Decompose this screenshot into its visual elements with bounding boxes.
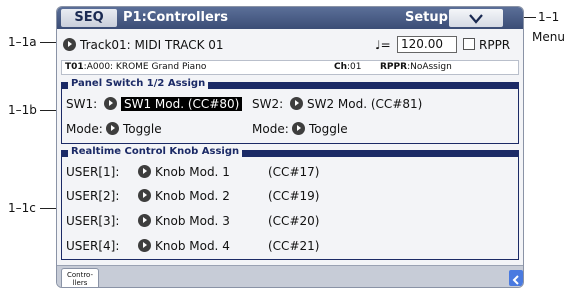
title-bar: SEQ P1:Controllers Setup: [57, 7, 523, 29]
popup-arrow-icon: [138, 189, 151, 202]
info-rppr-value: :NoAssign: [407, 62, 452, 72]
panel-switch-title: Panel Switch 1/2 Assign: [68, 78, 209, 89]
mode2-label: Mode:: [252, 122, 289, 136]
knob-row-cc: (CC#21): [268, 239, 320, 253]
knob-assign-title: Realtime Control Knob Assign: [68, 146, 243, 157]
knob-assign-section: Realtime Control Knob Assign USER[1]: Kn…: [61, 146, 519, 260]
track-info-bar: T01:A000: KROME Grand Piano Ch:01 RPPR:N…: [61, 60, 519, 75]
chevron-left-icon: [512, 275, 519, 285]
callout-1-1c: 1–1c: [8, 201, 36, 215]
track-name: Track01: MIDI TRACK 01: [80, 38, 224, 52]
sw2-label: SW2:: [252, 97, 284, 111]
tempo-field[interactable]: 120.00: [397, 36, 457, 53]
chevron-down-icon: [469, 14, 483, 24]
info-channel-label: Ch: [334, 62, 348, 72]
sw2-select[interactable]: SW2 Mod. (CC#81): [290, 95, 422, 113]
popup-arrow-icon: [106, 122, 119, 135]
callout-1-1: 1–1: [538, 10, 560, 24]
page-tab-bar: Contro- llers: [57, 265, 523, 287]
track-select[interactable]: Track01: MIDI TRACK 01: [63, 36, 224, 54]
knob-row-value: Knob Mod. 1: [155, 165, 230, 179]
callout-menu: Menu: [532, 30, 565, 44]
popup-arrow-icon: [63, 38, 76, 51]
seq-mode-button[interactable]: SEQ: [61, 9, 117, 27]
callout-1-1a: 1–1a: [8, 35, 37, 49]
knob-row-select[interactable]: Knob Mod. 4: [138, 237, 230, 255]
tab-controllers[interactable]: Contro- llers: [61, 268, 99, 287]
sw1-label: SW1:: [66, 97, 98, 111]
rppr-checkbox[interactable]: [463, 38, 475, 50]
knob-row-cc: (CC#20): [268, 214, 320, 228]
knob-row-select[interactable]: Knob Mod. 3: [138, 212, 230, 230]
page-title: P1:Controllers: [123, 10, 228, 25]
knob-row-select[interactable]: Knob Mod. 1: [138, 163, 230, 181]
callout-1-1b: 1–1b: [8, 103, 37, 117]
tab-label-line1: Contro-: [66, 271, 93, 279]
info-program: :A000: KROME Grand Piano: [83, 62, 207, 72]
controllers-screen: SEQ P1:Controllers Setup Track01: MIDI T…: [56, 6, 524, 288]
info-track-id: T01: [65, 62, 84, 72]
mode2-value: Toggle: [309, 122, 348, 136]
sw1-value: SW1 Mod. (CC#80): [121, 97, 243, 111]
popup-arrow-icon: [290, 97, 303, 110]
tab-scroll-button[interactable]: [509, 270, 523, 286]
knob-row-label: USER[2]:: [66, 189, 120, 203]
popup-arrow-icon: [104, 97, 117, 110]
rppr-label: RPPR: [479, 38, 511, 52]
mode1-value: Toggle: [123, 122, 162, 136]
info-channel-value: :01: [347, 62, 362, 72]
knob-row-cc: (CC#19): [268, 189, 320, 203]
setup-label: Setup: [405, 10, 448, 25]
mode1-label: Mode:: [66, 122, 103, 136]
info-rppr-label: RPPR: [380, 62, 408, 72]
mode2-select[interactable]: Toggle: [292, 120, 348, 138]
panel-switch-section: Panel Switch 1/2 Assign SW1: SW1 Mod. (C…: [61, 78, 519, 144]
knob-row-cc: (CC#17): [268, 165, 320, 179]
tab-label-line2: llers: [72, 279, 88, 287]
sw1-select[interactable]: SW1 Mod. (CC#80): [104, 95, 243, 113]
knob-row-value: Knob Mod. 2: [155, 189, 230, 203]
knob-row-value: Knob Mod. 3: [155, 214, 230, 228]
popup-arrow-icon: [292, 122, 305, 135]
popup-arrow-icon: [138, 165, 151, 178]
popup-arrow-icon: [138, 214, 151, 227]
tempo-symbol: ♩=: [375, 38, 391, 52]
page-menu-button[interactable]: [449, 9, 503, 27]
knob-row-label: USER[3]:: [66, 214, 120, 228]
knob-row-label: USER[1]:: [66, 165, 120, 179]
mode1-select[interactable]: Toggle: [106, 120, 162, 138]
knob-row-value: Knob Mod. 4: [155, 239, 230, 253]
knob-row-label: USER[4]:: [66, 239, 120, 253]
knob-row-select[interactable]: Knob Mod. 2: [138, 187, 230, 205]
popup-arrow-icon: [138, 239, 151, 252]
sw2-value: SW2 Mod. (CC#81): [307, 97, 423, 111]
